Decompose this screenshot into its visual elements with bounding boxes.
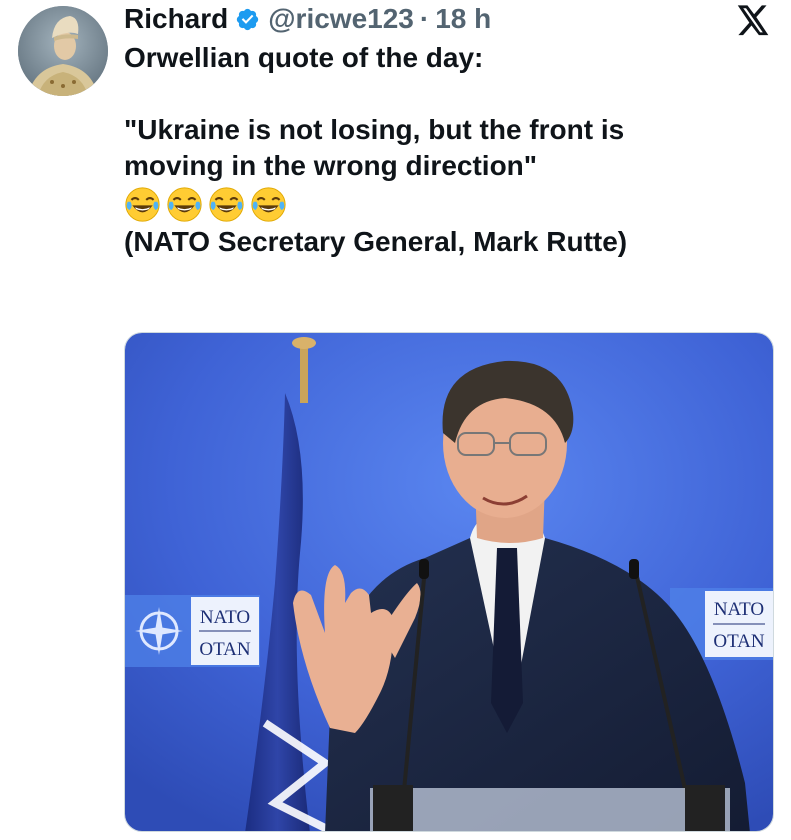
x-logo-icon[interactable]	[736, 5, 770, 37]
tweet-photo[interactable]: NATO OTAN NATO OTAN TO N	[124, 332, 774, 832]
tweet-line-intro: Orwellian quote of the day:	[124, 42, 484, 73]
author-handle[interactable]: @ricwe123	[268, 3, 414, 35]
avatar[interactable]	[18, 6, 108, 96]
tears-of-joy-emoji	[208, 186, 245, 223]
sign-left-top: NATO	[200, 607, 250, 628]
timestamp[interactable]: 18 h	[435, 3, 491, 35]
sign-left-bottom: OTAN	[199, 639, 251, 660]
tweet-text: Orwellian quote of the day: "Ukraine is …	[124, 40, 764, 260]
portrait-avatar-icon	[18, 6, 108, 96]
sign-right-top: NATO	[714, 599, 764, 620]
tears-of-joy-emoji	[166, 186, 203, 223]
tears-of-joy-emoji	[124, 186, 161, 223]
tweet-attribution: (NATO Secretary General, Mark Rutte)	[124, 226, 628, 257]
author-name[interactable]: Richard	[124, 3, 228, 35]
tweet-quote-line-2: moving in the wrong direction"	[124, 150, 538, 181]
nato-sign-left: NATO OTAN	[125, 595, 260, 667]
tweet-header: Richard @ricwe123 · 18 h	[124, 2, 491, 36]
sign-right-bottom: OTAN	[713, 631, 765, 652]
podium	[370, 788, 730, 831]
header-separator: ·	[419, 3, 430, 34]
tears-of-joy-emoji	[250, 186, 287, 223]
verified-badge-icon	[235, 7, 260, 32]
tweet-quote-line-1: "Ukraine is not losing, but the front is	[124, 114, 625, 145]
emoji-row	[124, 184, 764, 224]
press-conference-photo: NATO OTAN NATO OTAN TO N	[125, 333, 773, 831]
